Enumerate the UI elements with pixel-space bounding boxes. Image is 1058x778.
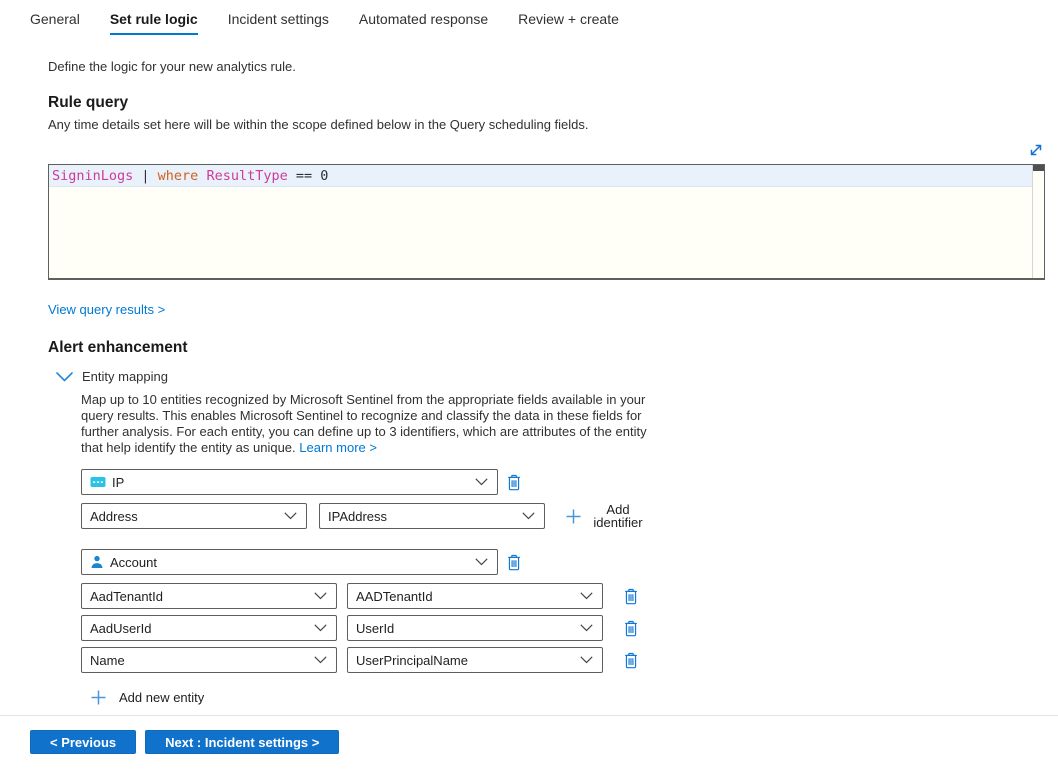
identifier-row: Name UserPrincipalName [81, 647, 1045, 673]
previous-button[interactable]: < Previous [30, 730, 136, 754]
entity-type-value: IP [112, 475, 124, 490]
identifier-field-dropdown[interactable]: Address [81, 503, 307, 529]
expand-editor-button[interactable] [1027, 141, 1045, 159]
chevron-down-icon [314, 624, 327, 632]
code-token-space [288, 168, 296, 184]
delete-entity-button[interactable] [506, 474, 522, 491]
add-new-entity-button[interactable]: Add new entity [90, 689, 204, 706]
identifier-row: AadUserId UserId [81, 615, 1045, 641]
query-code-line: SigninLogs | where ResultType == 0 [49, 165, 1032, 187]
learn-more-link[interactable]: Learn more > [299, 440, 377, 455]
identifier-row: Address IPAddress Add identifier [81, 503, 1045, 529]
tab-set-rule-logic[interactable]: Set rule logic [110, 11, 198, 35]
entity-type-dropdown-ip[interactable]: IP [81, 469, 498, 495]
fullscreen-expand-icon [1027, 141, 1045, 159]
add-new-entity-label: Add new entity [119, 690, 204, 705]
identifier-row: AadTenantId AADTenantId [81, 583, 1045, 609]
chevron-down-icon [522, 512, 535, 520]
tab-review-create[interactable]: Review + create [518, 11, 619, 35]
rule-query-subtitle: Any time details set here will be within… [48, 117, 1045, 132]
add-identifier-button[interactable]: Add identifier [565, 503, 646, 529]
identifier-value-dropdown[interactable]: AADTenantId [347, 583, 603, 609]
chevron-down-icon [314, 656, 327, 664]
ip-icon [90, 476, 106, 488]
identifier-value-dropdown[interactable]: UserPrincipalName [347, 647, 603, 673]
identifier-field-dropdown[interactable]: AadTenantId [81, 583, 337, 609]
identifier-field-value: Address [90, 509, 138, 524]
plus-icon [90, 689, 107, 706]
add-identifier-label: Add identifier [590, 503, 646, 529]
entity-mapping-expander[interactable]: Entity mapping [56, 369, 1045, 384]
editor-toolbar [48, 141, 1045, 159]
code-token-pipe: | [133, 168, 157, 184]
identifier-value-value: AADTenantId [356, 589, 433, 604]
chevron-down-icon [56, 372, 73, 382]
intro-text: Define the logic for your new analytics … [48, 59, 1045, 74]
entity-type-dropdown-account[interactable]: Account [81, 549, 498, 575]
chevron-down-icon [314, 592, 327, 600]
delete-entity-button[interactable] [506, 554, 522, 571]
identifier-field-value: AadUserId [90, 621, 151, 636]
alert-enhancement-title: Alert enhancement [48, 339, 1045, 357]
editor-vertical-scrollbar[interactable] [1032, 165, 1044, 278]
trash-icon [623, 652, 639, 669]
trash-icon [623, 588, 639, 605]
chevron-down-icon [580, 624, 593, 632]
chevron-down-icon [580, 592, 593, 600]
identifier-value-value: UserPrincipalName [356, 653, 468, 668]
next-button[interactable]: Next : Incident settings > [145, 730, 339, 754]
chevron-down-icon [475, 478, 488, 486]
query-editor[interactable]: SigninLogs | where ResultType == 0 [48, 164, 1045, 280]
entity-mapping-label: Entity mapping [82, 369, 168, 384]
account-icon [90, 555, 104, 569]
entity-mapping-description: Map up to 10 entities recognized by Micr… [81, 392, 655, 456]
entity-type-value: Account [110, 555, 157, 570]
code-token-table: SigninLogs [52, 168, 133, 184]
trash-icon [506, 474, 522, 491]
plus-icon [565, 508, 582, 525]
trash-icon [623, 620, 639, 637]
code-token-column: ResultType [206, 168, 287, 184]
entity-row-ip: IP [81, 469, 1045, 495]
tab-incident-settings[interactable]: Incident settings [228, 11, 329, 35]
code-token-equals: == [296, 168, 312, 184]
identifier-field-value: Name [90, 653, 125, 668]
code-token-number: 0 [320, 168, 328, 184]
chevron-down-icon [284, 512, 297, 520]
view-query-results-link[interactable]: View query results > [48, 302, 165, 317]
delete-identifier-button[interactable] [623, 620, 639, 637]
identifier-field-dropdown[interactable]: Name [81, 647, 337, 673]
identifier-value-value: IPAddress [328, 509, 387, 524]
delete-identifier-button[interactable] [623, 588, 639, 605]
delete-identifier-button[interactable] [623, 652, 639, 669]
chevron-down-icon [580, 656, 593, 664]
identifier-value-dropdown[interactable]: IPAddress [319, 503, 545, 529]
wizard-footer: < Previous Next : Incident settings > [0, 716, 1045, 754]
tab-automated-response[interactable]: Automated response [359, 11, 488, 35]
editor-scrollbar-thumb[interactable] [1033, 165, 1044, 171]
identifier-value-dropdown[interactable]: UserId [347, 615, 603, 641]
identifier-field-value: AadTenantId [90, 589, 163, 604]
trash-icon [506, 554, 522, 571]
entity-row-account: Account [81, 549, 1045, 575]
tab-general[interactable]: General [30, 11, 80, 35]
code-token-operator: where [158, 168, 199, 184]
chevron-down-icon [475, 558, 488, 566]
identifier-value-value: UserId [356, 621, 394, 636]
wizard-tabs: General Set rule logic Incident settings… [0, 0, 1058, 35]
rule-query-title: Rule query [48, 94, 1045, 112]
identifier-field-dropdown[interactable]: AadUserId [81, 615, 337, 641]
